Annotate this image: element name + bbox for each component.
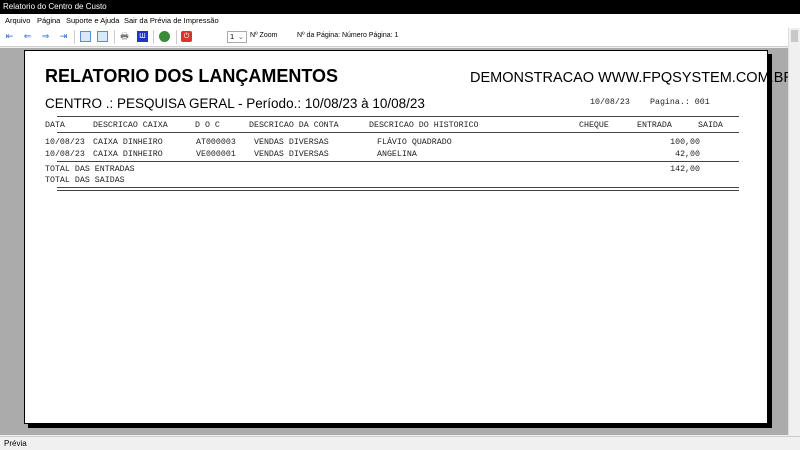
divider <box>57 161 739 162</box>
menu-pagina[interactable]: Página <box>37 16 60 25</box>
cell-conta: VENDAS DIVERSAS <box>254 150 329 159</box>
status-text: Prévia <box>4 439 27 448</box>
divider <box>57 132 739 133</box>
printer-icon[interactable]: 🖶 <box>119 31 130 42</box>
page-number: Pagina.: 001 <box>650 98 710 107</box>
menu-arquivo[interactable]: Arquivo <box>5 16 30 25</box>
menu-suporte[interactable]: Suporte e Ajuda <box>66 16 119 25</box>
page-number-label: Nº da Página: Número Página: 1 <box>297 32 399 39</box>
cell-historico: ANGELINA <box>377 150 417 159</box>
chevron-down-icon: ⌄ <box>237 32 244 41</box>
cell-entrada: 42,00 <box>675 150 700 159</box>
status-bar: Prévia <box>0 436 800 450</box>
single-page-icon[interactable] <box>80 31 91 42</box>
vertical-scrollbar[interactable] <box>788 28 800 436</box>
zoom-label: Nº Zoom <box>250 32 278 39</box>
cell-data: 10/08/23 <box>45 150 85 159</box>
header-descricao-caixa: DESCRICAO CAIXA <box>93 121 168 130</box>
report-subtitle: CENTRO .: PESQUISA GERAL - Período.: 10/… <box>45 96 425 111</box>
report-title: RELATORIO DOS LANÇAMENTOS <box>45 66 339 86</box>
header-descricao-historico: DESCRICAO DO HISTORICO <box>369 121 479 130</box>
header-doc: D O C <box>195 121 220 130</box>
company-name: DEMONSTRACAO WWW.FPQSYSTEM.COM.BR <box>470 70 794 86</box>
setup-icon[interactable]: Ш <box>137 31 148 42</box>
menu-sair-previa[interactable]: Sair da Prévia de Impressão <box>124 16 219 25</box>
title-bar: Relatorio do Centro de Custo <box>0 0 800 14</box>
zoom-value: 1 <box>230 32 235 41</box>
header-descricao-conta: DESCRICAO DA CONTA <box>249 121 339 130</box>
scroll-thumb[interactable] <box>791 30 798 42</box>
report-date: 10/08/23 <box>590 98 630 107</box>
header-cheque: CHEQUE <box>579 121 609 130</box>
toolbar: ⇤ ⇐ ⇒ ⇥ 🖶 Ш ⏻ 1 ⌄ Nº Zoom Nº da Página: N… <box>0 27 800 47</box>
total-entradas-value: 142,00 <box>670 165 700 174</box>
last-page-icon[interactable]: ⇥ <box>58 31 69 42</box>
report-page: RELATORIO DOS LANÇAMENTOS DEMONSTRACAO W… <box>24 50 794 424</box>
divider <box>57 190 739 191</box>
divider <box>57 187 739 188</box>
cell-doc: AT000003 <box>196 138 236 147</box>
zoom-select[interactable]: 1 ⌄ <box>227 31 247 43</box>
cell-conta: VENDAS DIVERSAS <box>254 138 329 147</box>
menu-bar: Arquivo Página Suporte e Ajuda Sair da P… <box>0 14 800 27</box>
separator <box>114 30 115 44</box>
next-page-icon[interactable]: ⇒ <box>40 31 51 42</box>
total-entradas-label: TOTAL DAS ENTRADAS <box>45 165 135 174</box>
cell-historico: FLÁVIO QUADRADO <box>377 138 452 147</box>
window-title: Relatorio do Centro de Custo <box>3 2 107 11</box>
separator <box>74 30 75 44</box>
export-icon[interactable] <box>159 31 170 42</box>
header-entrada: ENTRADA <box>637 121 672 130</box>
two-pages-icon[interactable] <box>97 31 108 42</box>
separator <box>176 30 177 44</box>
cell-caixa: CAIXA DINHEIRO <box>93 150 163 159</box>
cell-doc: VE000001 <box>196 150 236 159</box>
total-saidas-label: TOTAL DAS SAIDAS <box>45 176 125 185</box>
header-data: DATA <box>45 121 65 130</box>
first-page-icon[interactable]: ⇤ <box>4 31 15 42</box>
header-saida: SAIDA <box>698 121 723 130</box>
separator <box>153 30 154 44</box>
prev-page-icon[interactable]: ⇐ <box>22 31 33 42</box>
divider <box>57 116 739 117</box>
cell-entrada: 100,00 <box>670 138 700 147</box>
cell-data: 10/08/23 <box>45 138 85 147</box>
close-preview-icon[interactable]: ⏻ <box>181 31 192 42</box>
cell-caixa: CAIXA DINHEIRO <box>93 138 163 147</box>
